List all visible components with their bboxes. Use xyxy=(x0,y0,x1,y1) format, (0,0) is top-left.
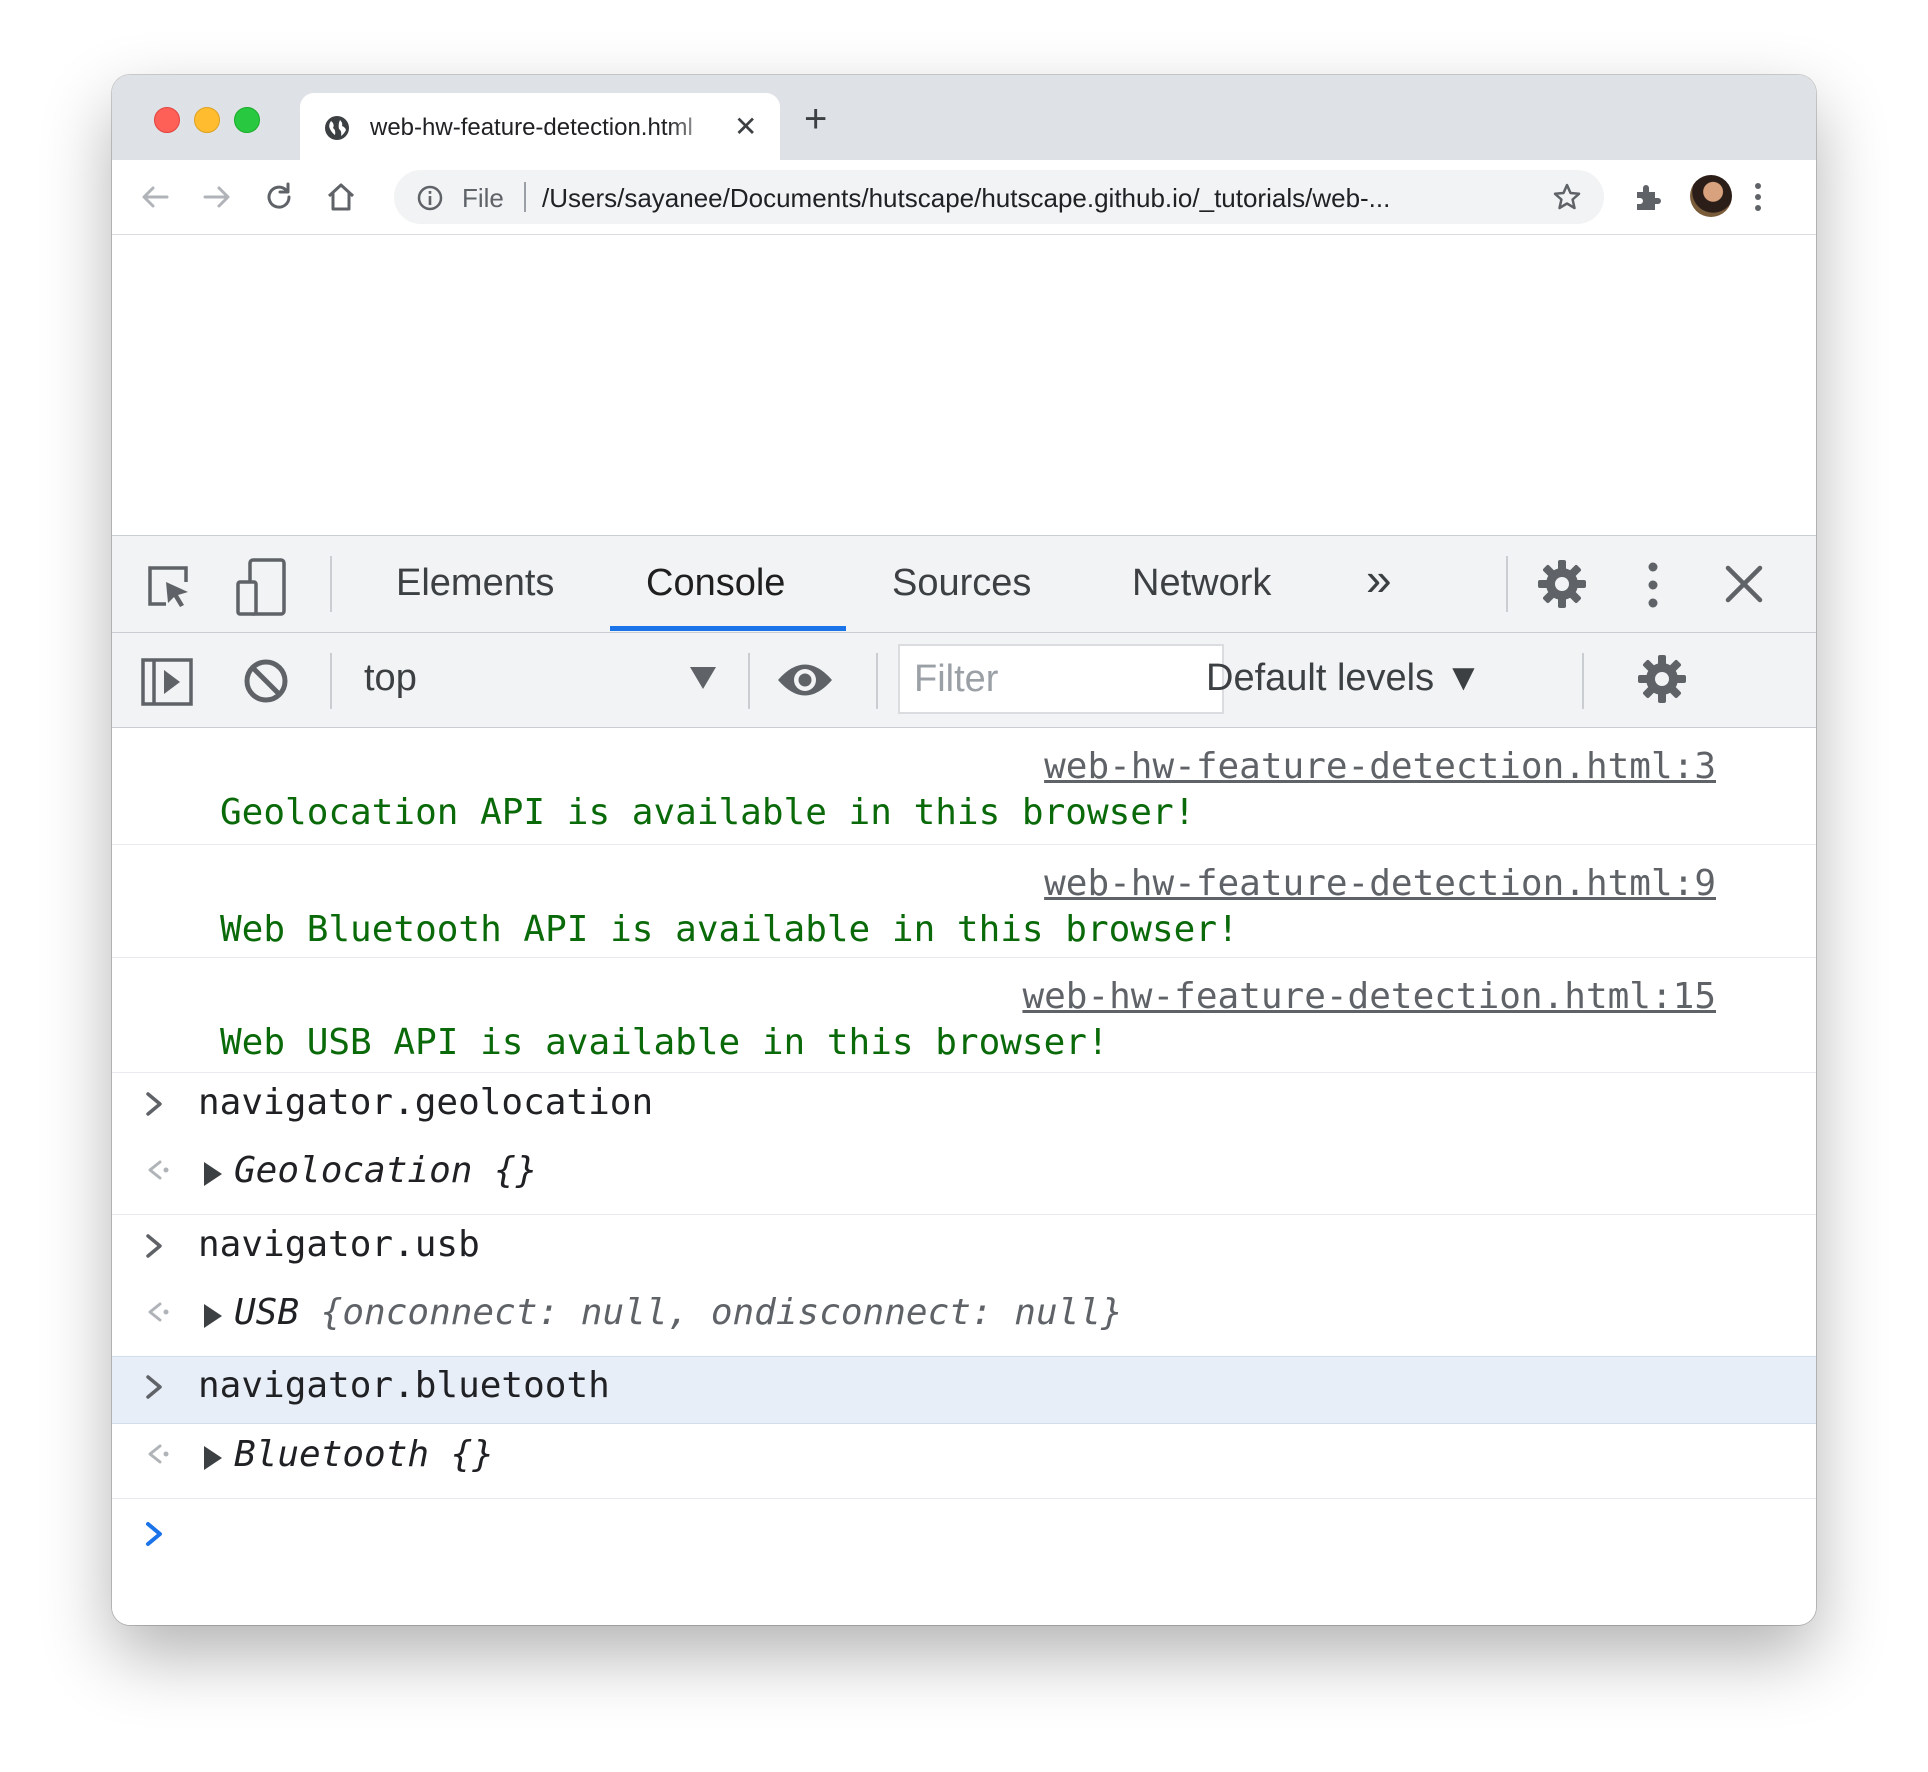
console-input-row: navigator.geolocation xyxy=(112,1074,1816,1138)
console-result-text[interactable]: Geolocation {} xyxy=(234,1150,537,1191)
device-toolbar-icon[interactable] xyxy=(234,556,290,621)
log-message: web-hw-feature-detection.html:3 Geolocat… xyxy=(112,728,1816,845)
clear-console-icon[interactable] xyxy=(242,657,290,710)
close-icon[interactable] xyxy=(1724,564,1764,609)
console-output: web-hw-feature-detection.html:3 Geolocat… xyxy=(112,728,1816,1625)
live-expression-eye-icon[interactable] xyxy=(776,661,834,704)
new-tab-button[interactable]: + xyxy=(804,99,827,139)
tab-network[interactable]: Network xyxy=(1132,562,1271,605)
toolbar-divider xyxy=(330,556,332,612)
filter-input[interactable] xyxy=(914,658,1204,701)
log-text: Geolocation API is available in this bro… xyxy=(220,792,1196,833)
console-input-text: navigator.usb xyxy=(198,1224,480,1265)
console-input-row: navigator.usb xyxy=(112,1216,1816,1280)
console-settings-gear-icon[interactable] xyxy=(1636,653,1688,710)
result-type-name: USB xyxy=(234,1292,300,1333)
log-text: Web USB API is available in this browser… xyxy=(220,1022,1109,1063)
scheme-label: File xyxy=(462,183,504,213)
prompt-chevron-icon xyxy=(142,1514,168,1558)
filter-field[interactable] xyxy=(898,644,1224,714)
sidebar-toggle-icon[interactable] xyxy=(140,657,194,712)
chevron-down-icon[interactable] xyxy=(690,667,716,694)
toolbar-divider xyxy=(1582,653,1584,709)
console-prompt[interactable] xyxy=(112,1500,1816,1570)
result-arrow-icon xyxy=(142,1152,172,1196)
globe-icon xyxy=(324,115,350,146)
result-body: {} xyxy=(429,1434,495,1475)
console-result-text[interactable]: Bluetooth {} xyxy=(234,1434,494,1475)
log-levels-dropdown[interactable]: Default levels ▼ xyxy=(1206,657,1482,700)
tab-elements[interactable]: Elements xyxy=(396,562,554,605)
result-type-name: Geolocation xyxy=(234,1150,473,1191)
console-result-row: Bluetooth {} xyxy=(112,1426,1816,1494)
tab-strip: web-hw-feature-detection.html ✕ + xyxy=(112,75,1816,160)
toolbar-divider xyxy=(330,653,332,709)
console-input-row: navigator.bluetooth xyxy=(112,1356,1816,1424)
console-input-text: navigator.bluetooth xyxy=(198,1365,610,1406)
input-chevron-icon xyxy=(142,1226,168,1270)
result-body: {} xyxy=(472,1150,538,1191)
row-divider xyxy=(112,1214,1816,1215)
input-chevron-icon xyxy=(142,1367,168,1411)
tab-console[interactable]: Console xyxy=(646,562,785,605)
result-arrow-icon xyxy=(142,1294,172,1338)
result-arrow-icon xyxy=(142,1436,172,1480)
extensions-puzzle-icon[interactable] xyxy=(1632,181,1664,218)
browser-toolbar: File /Users/sayanee/Documents/hutscape/h… xyxy=(112,160,1816,235)
bookmark-star-icon[interactable] xyxy=(1552,182,1582,217)
tab-close-icon[interactable]: ✕ xyxy=(734,113,757,141)
toolbar-divider xyxy=(1506,556,1508,612)
info-icon[interactable] xyxy=(416,184,444,217)
expand-triangle-icon[interactable] xyxy=(202,1302,224,1334)
address-divider xyxy=(524,182,526,212)
source-link[interactable]: web-hw-feature-detection.html:9 xyxy=(1044,863,1716,904)
result-type-name: Bluetooth xyxy=(234,1434,430,1475)
more-vertical-icon[interactable] xyxy=(1752,180,1764,219)
source-link[interactable]: web-hw-feature-detection.html:3 xyxy=(1044,746,1716,787)
log-text: Web Bluetooth API is available in this b… xyxy=(220,909,1239,950)
console-input-text: navigator.geolocation xyxy=(198,1082,654,1123)
devtools-panel: Elements Console Sources Network » top F… xyxy=(112,535,1816,1625)
home-icon[interactable] xyxy=(324,180,358,219)
toolbar-divider xyxy=(876,653,878,709)
result-body: {onconnect: null, ondisconnect: null} xyxy=(299,1292,1123,1333)
expand-triangle-icon[interactable] xyxy=(202,1160,224,1192)
browser-window: web-hw-feature-detection.html ✕ + File /… xyxy=(112,75,1816,1625)
input-chevron-icon xyxy=(142,1084,168,1128)
settings-gear-icon[interactable] xyxy=(1536,558,1588,615)
back-arrow-icon[interactable] xyxy=(138,180,172,219)
toolbar-divider xyxy=(748,653,750,709)
devtools-tab-bar: Elements Console Sources Network » xyxy=(112,536,1816,633)
tab-sources[interactable]: Sources xyxy=(892,562,1031,605)
reload-icon[interactable] xyxy=(262,180,296,219)
profile-avatar[interactable] xyxy=(1690,175,1732,217)
forward-arrow-icon[interactable] xyxy=(200,180,234,219)
tab-title: web-hw-feature-detection.html xyxy=(370,114,693,141)
console-result-row: Geolocation {} xyxy=(112,1142,1816,1210)
console-result-text[interactable]: USB {onconnect: null, ondisconnect: null… xyxy=(234,1292,1123,1333)
log-message: web-hw-feature-detection.html:15 Web USB… xyxy=(112,958,1816,1073)
row-divider xyxy=(112,1498,1816,1499)
browser-tab[interactable]: web-hw-feature-detection.html ✕ xyxy=(300,93,780,160)
context-selector[interactable]: top xyxy=(364,657,417,700)
more-vertical-icon[interactable] xyxy=(1646,560,1660,615)
log-message: web-hw-feature-detection.html:9 Web Blue… xyxy=(112,845,1816,958)
more-tabs-chevron-icon[interactable]: » xyxy=(1366,552,1392,606)
active-tab-indicator xyxy=(610,626,846,631)
url-text[interactable]: /Users/sayanee/Documents/hutscape/hutsca… xyxy=(542,183,1532,214)
maximize-window-button[interactable] xyxy=(234,107,260,133)
console-result-row: USB {onconnect: null, ondisconnect: null… xyxy=(112,1284,1816,1352)
minimize-window-button[interactable] xyxy=(194,107,220,133)
console-toolbar: top Default levels ▼ xyxy=(112,633,1816,728)
source-link[interactable]: web-hw-feature-detection.html:15 xyxy=(1022,976,1716,1017)
expand-triangle-icon[interactable] xyxy=(202,1444,224,1476)
inspect-element-icon[interactable] xyxy=(144,562,194,617)
address-bar[interactable]: File /Users/sayanee/Documents/hutscape/h… xyxy=(394,170,1604,224)
page-viewport xyxy=(112,235,1816,535)
close-window-button[interactable] xyxy=(154,107,180,133)
